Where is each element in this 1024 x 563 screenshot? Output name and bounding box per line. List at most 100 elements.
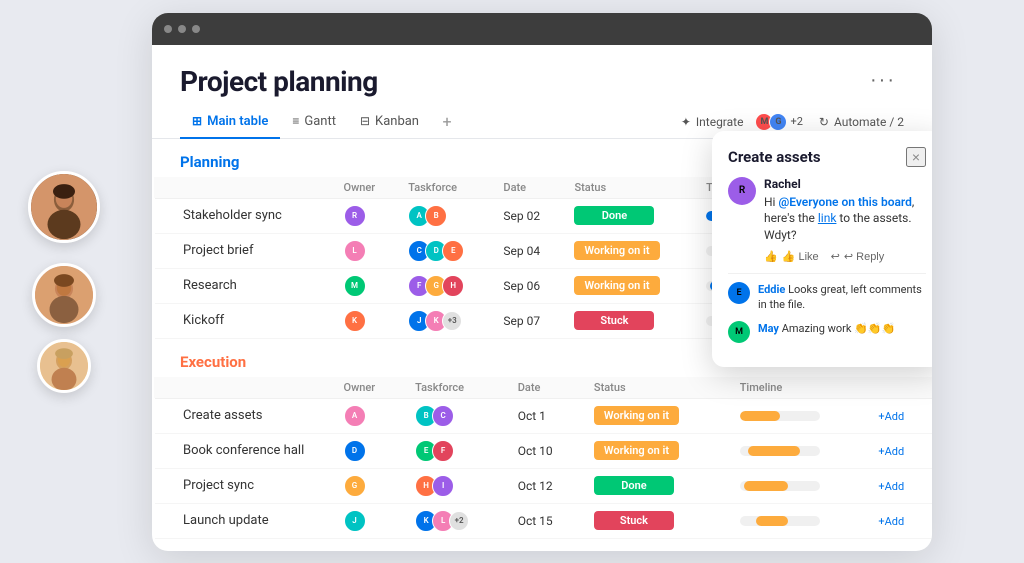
comment-author: Rachel [764, 177, 926, 191]
tab-kanban[interactable]: ⊟ Kanban [348, 106, 431, 139]
page-title: Project planning [180, 65, 378, 98]
task-taskforce: B C [405, 398, 508, 433]
main-comment: R Rachel Hi @Everyone on this board, her… [728, 177, 926, 263]
avatar: I [432, 475, 454, 497]
avatar: D [344, 440, 366, 462]
reply-2: M May Amazing work 👏👏👏 [728, 321, 926, 343]
mention-everyone: @Everyone on this board [778, 195, 911, 209]
avatar: F [432, 440, 454, 462]
reply-author-may: May [758, 322, 779, 335]
tab-gantt[interactable]: ≡ Gantt [280, 106, 348, 139]
task-taskforce: E F [405, 433, 508, 468]
tab-main-table[interactable]: ⊞ Main table [180, 106, 280, 139]
task-timeline [730, 433, 869, 468]
card-header: Project planning ··· [152, 45, 932, 98]
reply-content-may: Amazing work 👏👏👏 [782, 322, 896, 335]
timeline-bar [740, 411, 780, 421]
col-owner-planning: Owner [334, 177, 399, 199]
task-name: Stakeholder sync [154, 198, 334, 233]
owner-avatar-group: D [344, 440, 396, 462]
task-taskforce: A B [398, 198, 493, 233]
owner-avatar-group: R [344, 205, 389, 227]
taskforce-avatar-group: H I [415, 475, 498, 497]
avatar: R [344, 205, 366, 227]
timeline-bar [748, 446, 800, 456]
col-status-planning: Status [564, 177, 696, 199]
reply-button[interactable]: ↩ ↩ Reply [831, 250, 885, 263]
avatar: B [425, 205, 447, 227]
comment-text: Hi @Everyone on this board, here's the l… [764, 194, 926, 244]
timeline-bar-container [740, 516, 820, 526]
popup-header: Create assets × [728, 147, 926, 167]
assets-link[interactable]: link [818, 211, 837, 225]
status-badge: Working on it [574, 241, 659, 260]
dot-1 [164, 25, 172, 33]
add-tab-button[interactable]: + [435, 110, 459, 134]
add-dependent-button[interactable]: +Add [878, 410, 904, 423]
status-badge: Stuck [574, 311, 654, 330]
taskforce-avatar-group: E F [415, 440, 498, 462]
task-name: Create assets [154, 398, 334, 433]
timeline-bar-container [740, 411, 820, 421]
more-options-button[interactable]: ··· [862, 65, 904, 96]
commenter-avatar: R [728, 177, 756, 205]
timeline-bar-container [740, 481, 820, 491]
add-dependent-button[interactable]: +Add [878, 515, 904, 528]
col-date-planning: Date [493, 177, 564, 199]
avatar: K [344, 310, 366, 332]
taskforce-avatar-group: C D E [408, 240, 483, 262]
automate-button[interactable]: ↻ Automate / 2 [819, 115, 904, 129]
reply-text-eddie: Eddie Looks great, left comments in the … [758, 282, 926, 313]
reply-author-eddie: Eddie [758, 283, 785, 296]
task-date: Oct 10 [508, 433, 584, 468]
task-timeline [730, 398, 869, 433]
add-dependent-button[interactable]: +Add [878, 480, 904, 493]
tab-gantt-label: Gantt [304, 114, 336, 129]
automate-icon: ↻ [819, 115, 829, 129]
kanban-icon: ⊟ [360, 114, 370, 128]
tabs-right: ✦ Integrate M G +2 ↻ Automate / 2 [681, 113, 904, 131]
task-date: Sep 07 [493, 303, 564, 338]
dot-2 [178, 25, 186, 33]
status-badge: Working on it [574, 276, 659, 295]
task-name: Project brief [154, 233, 334, 268]
table-icon: ⊞ [192, 114, 202, 128]
task-date: Sep 02 [493, 198, 564, 233]
timeline-bar-container [740, 446, 820, 456]
tab-main-table-label: Main table [207, 114, 268, 129]
extra-count: +2 [449, 511, 469, 531]
task-status: Done [564, 198, 696, 233]
task-status: Stuck [564, 303, 696, 338]
owner-avatar-group: G [344, 475, 396, 497]
avatar: J [344, 510, 366, 532]
table-row: Launch update J K L +2 [154, 503, 933, 538]
col-task-name-execution [154, 377, 334, 399]
avatar: G [344, 475, 366, 497]
like-label: 👍 Like [782, 250, 819, 263]
reply-1: E Eddie Looks great, left comments in th… [728, 282, 926, 313]
task-timeline [730, 503, 869, 538]
scene: Project planning ··· ⊞ Main table ≡ Gant… [0, 0, 1024, 563]
integration-avatars[interactable]: M G +2 [759, 113, 802, 131]
task-date: Sep 04 [493, 233, 564, 268]
task-status: Done [584, 468, 730, 503]
col-task-name-planning [154, 177, 334, 199]
task-name: Kickoff [154, 303, 334, 338]
col-dependent-execution [868, 377, 932, 399]
table-row: Project sync G H I Oct 12 [154, 468, 933, 503]
add-dependent-button[interactable]: +Add [878, 445, 904, 458]
status-badge: Stuck [594, 511, 674, 530]
task-date: Oct 1 [508, 398, 584, 433]
task-dependent: +Add [868, 398, 932, 433]
execution-header-row: Owner Taskforce Date Status Timeline [154, 377, 933, 399]
comment-actions: 👍 👍 Like ↩ ↩ Reply [764, 250, 926, 263]
like-button[interactable]: 👍 👍 Like [764, 250, 819, 263]
task-owner: A [334, 398, 406, 433]
task-name: Project sync [154, 468, 334, 503]
reply-avatar-may: M [728, 321, 750, 343]
popup-close-button[interactable]: × [906, 147, 926, 167]
integrate-button[interactable]: ✦ Integrate [681, 115, 744, 129]
task-name: Research [154, 268, 334, 303]
table-row: Book conference hall D E F O [154, 433, 933, 468]
task-owner: K [334, 303, 399, 338]
